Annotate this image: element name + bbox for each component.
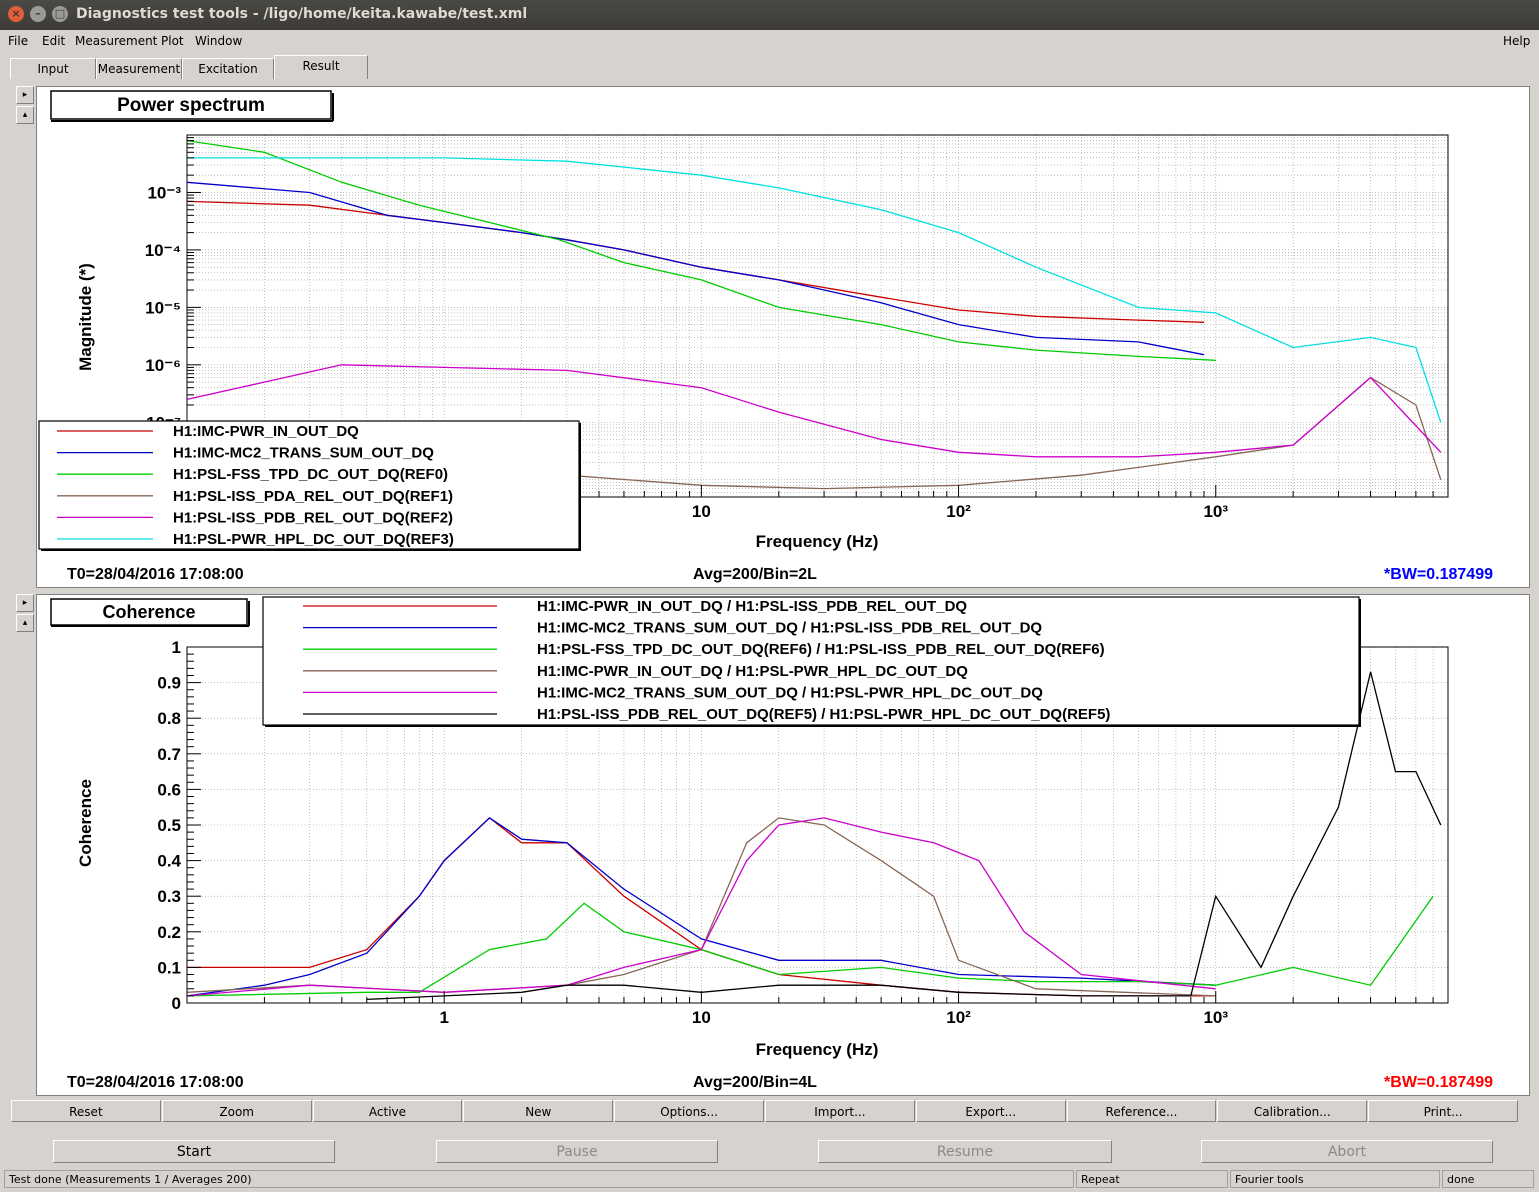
- series-line-red: [186, 200, 1205, 323]
- legend-entry: H1:PSL-ISS_PDB_REL_OUT_DQ(REF2): [173, 509, 453, 526]
- pad-collapse-button-bottom[interactable]: ▴: [16, 614, 34, 632]
- tab-bar: Input Measurement Excitation Result: [0, 54, 1539, 80]
- status-fourier: Fourier tools: [1230, 1170, 1440, 1188]
- legend-entry: H1:PSL-PWR_HPL_DC_OUT_DQ(REF3): [173, 531, 454, 548]
- menu-window[interactable]: Window: [195, 34, 242, 48]
- pad-collapse-button-top[interactable]: ▴: [16, 106, 34, 124]
- menu-plot[interactable]: Plot: [161, 34, 184, 48]
- x-tick-label: 10³: [1203, 502, 1228, 521]
- plot-button-print[interactable]: Print...: [1368, 1100, 1518, 1122]
- y-axis-label: Magnitude (*): [76, 263, 95, 371]
- close-icon[interactable]: ×: [8, 6, 24, 22]
- window-title: Diagnostics test tools - /ligo/home/keit…: [76, 6, 528, 22]
- plot-label: Power spectrum: [117, 95, 265, 116]
- menu-help[interactable]: Help: [1503, 34, 1530, 48]
- coherence-panel: 1 10 10² 10³ 0 0.1 0.2 0.3 0.4 0.5 0.6 0.7 0.8 0.9 1 C…: [36, 594, 1530, 1096]
- y-axis-label: Coherence: [76, 779, 95, 867]
- status-state: done: [1442, 1170, 1534, 1188]
- series-line-magenta: [186, 817, 1216, 997]
- power-spectrum-plot[interactable]: Power spectrum 1010²10³10⁻³10⁻⁴10⁻⁵10⁻⁶1…: [37, 87, 1529, 587]
- coherence-plot[interactable]: 1 10 10² 10³ 0 0.1 0.2 0.3 0.4 0.5 0.6 0.7 0.8 0.9 1 C…: [37, 595, 1529, 1095]
- plot-button-reset[interactable]: Reset: [11, 1100, 161, 1122]
- legend-entry: H1:PSL-ISS_PDA_REL_OUT_DQ(REF1): [173, 488, 453, 505]
- legend-entry: H1:PSL-FSS_TPD_DC_OUT_DQ(REF6) / H1:PSL-…: [537, 641, 1105, 658]
- y-tick-label: 0.2: [157, 923, 181, 942]
- plot-label: Coherence: [102, 602, 195, 622]
- legend-box: [38, 420, 580, 550]
- avg-label: Avg=200/Bin=2L: [693, 566, 817, 583]
- y-tick-label: 10⁻⁶: [145, 356, 181, 375]
- plot-button-import[interactable]: Import...: [765, 1100, 915, 1122]
- resume-button[interactable]: Resume: [818, 1140, 1112, 1163]
- power-spectrum-panel: Power spectrum 1010²10³10⁻³10⁻⁴10⁻⁵10⁻⁶1…: [36, 86, 1530, 588]
- tab-result[interactable]: Result: [274, 55, 368, 79]
- series-line-blue: [186, 817, 1216, 997]
- y-tick-label: 10⁻⁵: [145, 298, 181, 317]
- legend-entry: H1:IMC-MC2_TRANS_SUM_OUT_DQ: [173, 445, 434, 462]
- y-tick-label: 0.9: [157, 674, 181, 693]
- x-tick-label: 10²: [946, 1008, 971, 1027]
- menu-edit[interactable]: Edit: [42, 34, 65, 48]
- legend-entry: H1:PSL-FSS_TPD_DC_OUT_DQ(REF0): [173, 466, 448, 483]
- t0-label: T0=28/04/2016 17:08:00: [67, 566, 244, 583]
- menu-bar: File Edit Measurement Plot Window Help: [0, 30, 1539, 52]
- menu-file[interactable]: File: [8, 34, 28, 48]
- tab-input[interactable]: Input: [10, 58, 96, 79]
- title-bar: × – □ Diagnostics test tools - /ligo/hom…: [0, 0, 1539, 30]
- y-tick-label: 0.8: [157, 709, 181, 728]
- legend-entry: H1:IMC-MC2_TRANS_SUM_OUT_DQ / H1:PSL-ISS…: [537, 620, 1042, 637]
- legend-entry: H1:IMC-PWR_IN_OUT_DQ: [173, 423, 359, 440]
- plot-button-new[interactable]: New: [463, 1100, 614, 1122]
- plot-button-reference[interactable]: Reference...: [1066, 1100, 1217, 1122]
- x-axis-label: Frequency (Hz): [756, 1040, 879, 1059]
- pause-button[interactable]: Pause: [436, 1140, 718, 1163]
- plot-button-calibration[interactable]: Calibration...: [1217, 1100, 1368, 1122]
- y-tick-label: 10⁻⁴: [145, 241, 181, 260]
- menu-measurement[interactable]: Measurement: [75, 34, 157, 48]
- bw-label: *BW=0.187499: [1384, 566, 1493, 583]
- abort-button[interactable]: Abort: [1201, 1140, 1493, 1163]
- series-line-red: [187, 817, 1216, 997]
- y-tick-label: 0.7: [157, 745, 181, 764]
- x-tick-label: 10²: [946, 502, 971, 521]
- y-tick-label: 0.5: [157, 816, 181, 835]
- x-tick-label: 10: [692, 1008, 711, 1027]
- y-tick-label: 0: [172, 994, 181, 1013]
- pad-expand-button-bottom[interactable]: ▸: [16, 594, 34, 612]
- t0-label: T0=28/04/2016 17:08:00: [67, 1074, 244, 1091]
- legend-entry: H1:IMC-PWR_IN_OUT_DQ / H1:PSL-ISS_PDB_RE…: [537, 598, 967, 615]
- plot-button-options[interactable]: Options...: [614, 1100, 764, 1122]
- plot-button-active[interactable]: Active: [312, 1100, 463, 1122]
- status-repeat: Repeat: [1076, 1170, 1228, 1188]
- bw-label: *BW=0.187499: [1384, 1074, 1493, 1091]
- avg-label: Avg=200/Bin=4L: [693, 1074, 817, 1091]
- y-tick-label: 0.4: [157, 852, 181, 871]
- y-tick-label: 0.3: [157, 887, 181, 906]
- tab-excitation[interactable]: Excitation: [182, 58, 274, 79]
- x-axis-label: Frequency (Hz): [756, 532, 879, 551]
- pad-expand-button-top[interactable]: ▸: [16, 86, 34, 104]
- minimize-icon[interactable]: –: [30, 6, 46, 22]
- plot-button-zoom[interactable]: Zoom: [161, 1100, 312, 1122]
- legend-entry: H1:PSL-ISS_PDB_REL_OUT_DQ(REF5) / H1:PSL…: [537, 706, 1110, 723]
- plot-button-export[interactable]: Export...: [915, 1100, 1066, 1122]
- y-tick-label: 10⁻³: [147, 183, 181, 202]
- x-tick-label: 1: [439, 1008, 448, 1027]
- y-tick-label: 0.6: [157, 780, 181, 799]
- legend-entry: H1:IMC-PWR_IN_OUT_DQ / H1:PSL-PWR_HPL_DC…: [537, 663, 968, 680]
- x-tick-label: 10: [692, 502, 711, 521]
- status-message: Test done (Measurements 1 / Averages 200…: [4, 1170, 1074, 1188]
- y-tick-label: 0.1: [157, 958, 181, 977]
- tab-measurement[interactable]: Measurement: [96, 58, 182, 79]
- maximize-icon[interactable]: □: [52, 6, 68, 22]
- x-tick-label: 10³: [1203, 1008, 1228, 1027]
- legend-entry: H1:IMC-MC2_TRANS_SUM_OUT_DQ / H1:PSL-PWR…: [537, 684, 1043, 701]
- series-line-blue: [186, 181, 1205, 356]
- y-tick-label: 1: [172, 638, 181, 657]
- series-line-brown: [186, 817, 1216, 997]
- start-button[interactable]: Start: [53, 1140, 335, 1163]
